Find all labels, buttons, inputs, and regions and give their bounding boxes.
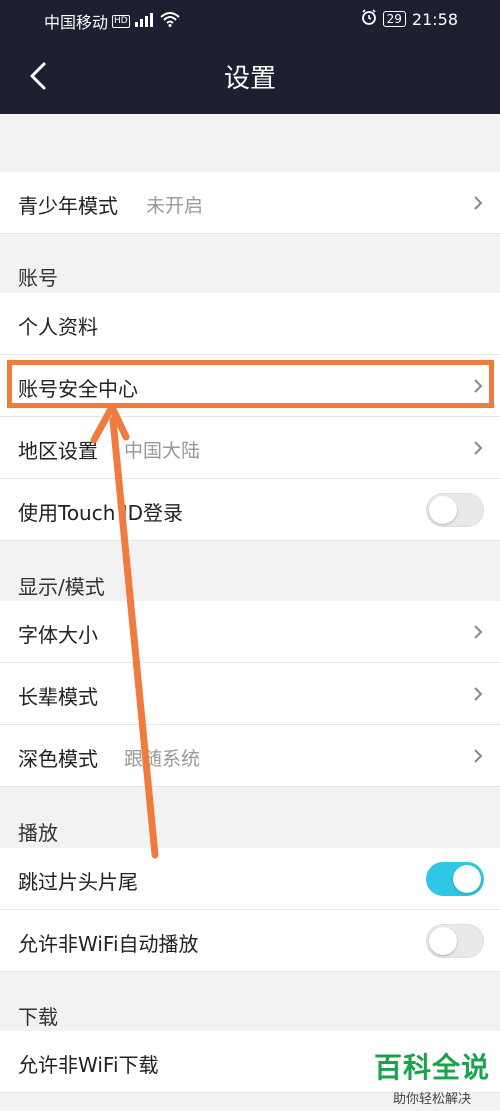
settings-row-region[interactable]: 地区设置 中国大陆 xyxy=(0,417,500,479)
clock-time: 21:58 xyxy=(411,9,458,29)
toggle-knob xyxy=(453,865,481,893)
chevron-right-icon xyxy=(474,196,483,210)
chevron-right-icon xyxy=(474,749,483,763)
status-bar: 中国移动 HD 29 21:58 xyxy=(0,0,500,36)
row-value: 中国大陆 xyxy=(124,440,201,462)
settings-row-touch-id: 使用Touch ID登录 xyxy=(0,479,500,541)
settings-row-profile[interactable]: 个人资料 xyxy=(0,293,500,355)
hd-badge: HD xyxy=(112,14,130,28)
section-header-playback: 播放 xyxy=(18,821,58,845)
nav-bar: 设置 xyxy=(0,36,500,114)
settings-row-elder-mode[interactable]: 长辈模式 xyxy=(0,663,500,725)
status-right: 29 21:58 xyxy=(361,9,458,29)
toggle-knob xyxy=(429,927,457,955)
row-label: 个人资料 xyxy=(18,315,98,339)
non-wifi-autoplay-toggle[interactable] xyxy=(426,924,484,958)
battery-icon: 29 xyxy=(382,11,406,27)
row-label: 允许非WiFi自动播放 xyxy=(18,932,199,956)
toggle-knob xyxy=(429,496,457,524)
row-value: 跟随系统 xyxy=(124,748,201,770)
row-label: 地区设置 xyxy=(18,439,98,463)
settings-row-non-wifi-autoplay: 允许非WiFi自动播放 xyxy=(0,910,500,972)
section-header-download: 下载 xyxy=(18,1005,58,1029)
touch-id-toggle[interactable] xyxy=(426,493,484,527)
wifi-icon xyxy=(160,11,180,31)
watermark-subtitle: 助你轻松解决 xyxy=(392,1092,471,1107)
signal-icon xyxy=(134,12,156,31)
row-label: 青少年模式 xyxy=(18,194,118,218)
chevron-right-icon xyxy=(474,441,483,455)
watermark-title: 百科全说 xyxy=(373,1051,490,1084)
row-label: 字体大小 xyxy=(18,623,98,647)
chevron-right-icon xyxy=(474,687,483,701)
skip-intro-toggle[interactable] xyxy=(426,862,484,896)
settings-row-skip-intro: 跳过片头片尾 xyxy=(0,848,500,910)
row-label: 允许非WiFi下载 xyxy=(18,1053,159,1077)
carrier-name: 中国移动 xyxy=(44,13,109,32)
highlight-box xyxy=(7,360,494,408)
row-value: 未开启 xyxy=(146,195,204,217)
alarm-icon xyxy=(361,9,377,29)
row-label: 深色模式 xyxy=(18,747,98,771)
row-label: 使用Touch ID登录 xyxy=(18,501,184,525)
section-header-display: 显示/模式 xyxy=(18,575,105,599)
section-header-account: 账号 xyxy=(18,266,58,290)
settings-row-dark-mode[interactable]: 深色模式 跟随系统 xyxy=(0,725,500,787)
status-left: 中国移动 HD xyxy=(44,9,180,33)
settings-row-font-size[interactable]: 字体大小 xyxy=(0,601,500,663)
settings-row-teen-mode[interactable]: 青少年模式 未开启 xyxy=(0,172,500,234)
watermark-logo: 百科全说 助你轻松解决 xyxy=(372,1046,492,1107)
page-title: 设置 xyxy=(223,64,276,94)
row-label: 跳过片头片尾 xyxy=(18,870,138,894)
chevron-right-icon xyxy=(474,625,483,639)
row-label: 长辈模式 xyxy=(18,685,98,709)
